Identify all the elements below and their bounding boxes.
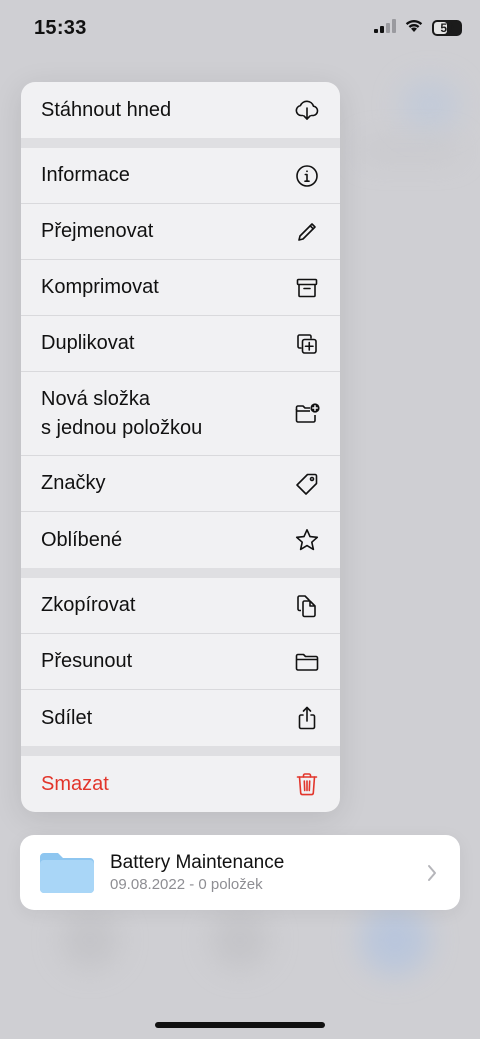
menu-item-share[interactable]: Sdílet bbox=[21, 690, 340, 746]
status-bar: 15:33 50 bbox=[0, 0, 480, 60]
cellular-signal-icon bbox=[374, 18, 396, 38]
wifi-icon bbox=[404, 18, 424, 38]
menu-item-copy[interactable]: Zkopírovat bbox=[21, 578, 340, 634]
info-icon bbox=[294, 163, 320, 189]
menu-item-tags[interactable]: Značky bbox=[21, 456, 340, 512]
menu-item-move[interactable]: Přesunout bbox=[21, 634, 340, 690]
tag-icon bbox=[294, 471, 320, 497]
background-blur bbox=[60, 910, 120, 970]
chevron-right-icon bbox=[426, 863, 438, 883]
status-time: 15:33 bbox=[34, 17, 87, 39]
trash-icon bbox=[294, 771, 320, 797]
star-icon bbox=[294, 527, 320, 553]
folder-name: Battery Maintenance bbox=[110, 851, 285, 873]
menu-item-new-folder-with-item[interactable]: Nová složka s jednou položkou bbox=[21, 372, 340, 456]
pencil-icon bbox=[294, 219, 320, 245]
menu-item-download-now[interactable]: Stáhnout hned bbox=[21, 82, 340, 138]
menu-item-label: Duplikovat bbox=[41, 332, 135, 354]
home-indicator[interactable] bbox=[155, 1022, 325, 1028]
folder-meta: 09.08.2022 - 0 položek bbox=[110, 875, 263, 893]
menu-item-label: Značky bbox=[41, 472, 106, 494]
menu-item-label: Smazat bbox=[41, 772, 109, 795]
menu-item-favorites[interactable]: Oblíbené bbox=[21, 512, 340, 568]
menu-group-separator bbox=[21, 568, 340, 578]
menu-item-label: Nová složka s jednou položkou bbox=[41, 387, 203, 439]
menu-item-duplicate[interactable]: Duplikovat bbox=[21, 316, 340, 372]
status-icons: 50 bbox=[374, 18, 462, 38]
context-menu: Stáhnout hned Informace Přejmenovat Komp… bbox=[21, 82, 340, 812]
menu-item-label: Zkopírovat bbox=[41, 594, 136, 616]
folder-preview-card[interactable]: Battery Maintenance 09.08.2022 - 0 polož… bbox=[20, 835, 460, 910]
background-blur bbox=[360, 140, 460, 160]
share-icon bbox=[294, 705, 320, 731]
folder-badge-plus-icon bbox=[294, 401, 320, 427]
background-blur bbox=[360, 905, 430, 975]
menu-item-label: Informace bbox=[41, 164, 130, 186]
menu-group-separator bbox=[21, 746, 340, 756]
menu-group-separator bbox=[21, 138, 340, 148]
folder-icon bbox=[294, 649, 320, 675]
menu-item-label: Přejmenovat bbox=[41, 220, 154, 242]
menu-item-label: Sdílet bbox=[41, 706, 93, 729]
menu-item-info[interactable]: Informace bbox=[21, 148, 340, 204]
menu-item-compress[interactable]: Komprimovat bbox=[21, 260, 340, 316]
menu-item-delete[interactable]: Smazat bbox=[21, 756, 340, 812]
battery-level: 50 bbox=[440, 21, 454, 35]
cloud-download-icon bbox=[294, 97, 320, 123]
duplicate-icon bbox=[294, 331, 320, 357]
background-blur bbox=[210, 910, 270, 970]
archive-box-icon bbox=[294, 275, 320, 301]
menu-item-label: Stáhnout hned bbox=[41, 98, 172, 121]
folder-thumbnail-icon bbox=[38, 851, 96, 895]
menu-item-label: Oblíbené bbox=[41, 528, 123, 551]
battery-icon: 50 bbox=[432, 20, 462, 36]
menu-item-rename[interactable]: Přejmenovat bbox=[21, 204, 340, 260]
folder-text: Battery Maintenance 09.08.2022 - 0 polož… bbox=[110, 851, 426, 895]
copy-documents-icon bbox=[294, 593, 320, 619]
menu-item-label: Komprimovat bbox=[41, 276, 159, 298]
menu-item-label: Přesunout bbox=[41, 650, 133, 672]
background-blur bbox=[400, 80, 460, 130]
